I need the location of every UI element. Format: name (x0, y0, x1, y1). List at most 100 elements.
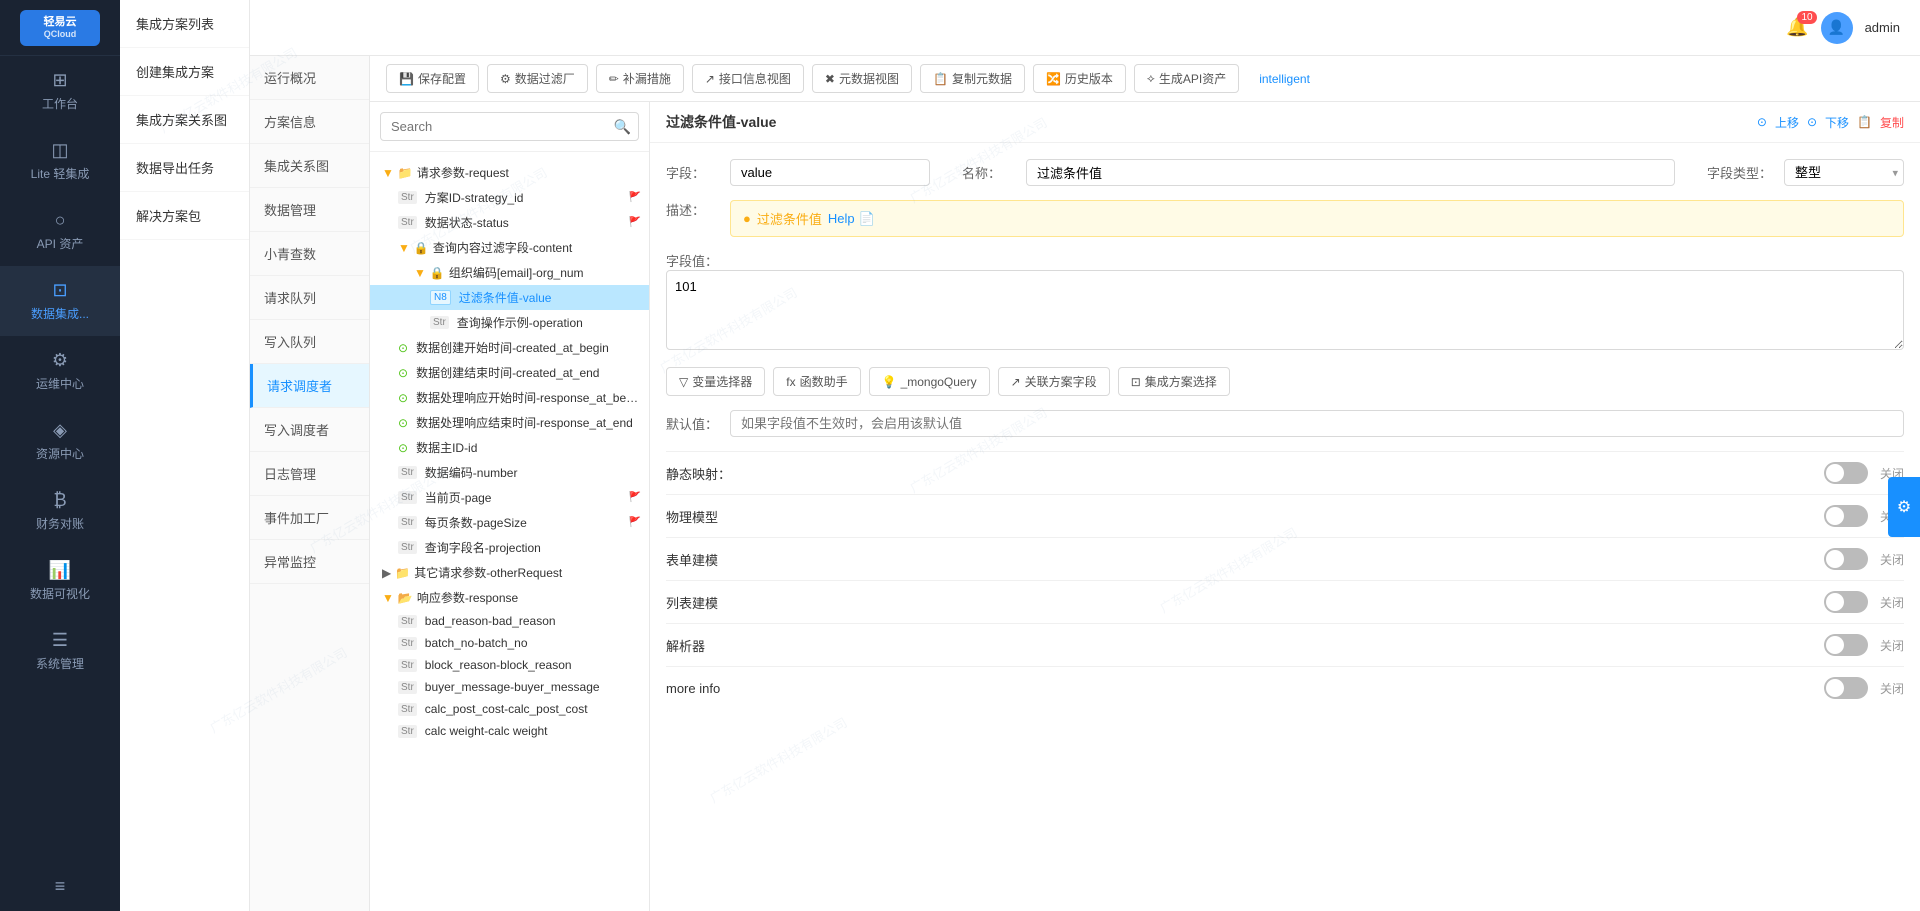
second-nav-data-export[interactable]: 数据导出任务 (120, 144, 249, 192)
sidebar-item-workbench[interactable]: ⊞ 工作台 (0, 56, 120, 126)
username-label[interactable]: admin (1865, 20, 1900, 35)
sidebar-item-ops[interactable]: ⚙ 运维中心 (0, 336, 120, 406)
topbar: 🔔 10 👤 admin (250, 0, 1920, 56)
list-build-toggle[interactable] (1824, 591, 1868, 613)
sidebar-item-sys-mgmt[interactable]: ☰ 系统管理 (0, 616, 120, 686)
third-nav-event-factory[interactable]: 事件加工厂 (250, 496, 369, 540)
tree-node-filter-value[interactable]: N8 过滤条件值-value (370, 285, 649, 310)
tab-intelligent[interactable]: intelligent (1247, 67, 1322, 91)
sidebar-item-api[interactable]: ○ API 资产 (0, 196, 120, 266)
time-icon2: ⊙ (398, 366, 408, 380)
second-nav-integration-list[interactable]: 集成方案列表 (120, 0, 249, 48)
variable-picker-btn[interactable]: ▽ 变量选择器 (666, 367, 765, 396)
second-nav-solution-pkg[interactable]: 解决方案包 (120, 192, 249, 240)
tree-node-page-size[interactable]: Str 每页条数-pageSize 🚩 (370, 510, 649, 535)
flag-icon: 🚩 (629, 217, 641, 228)
third-nav-write-reviewer[interactable]: 写入调度者 (250, 408, 369, 452)
copy-btn[interactable]: 复制 (1880, 114, 1904, 131)
bulb-icon: 💡 (882, 375, 897, 389)
third-nav-run-overview[interactable]: 运行概况 (250, 56, 369, 100)
sidebar-item-finance[interactable]: ₿ 财务对账 (0, 476, 120, 546)
tree-node-query-operation[interactable]: Str 查询操作示例-operation (370, 310, 649, 335)
sidebar-item-data-integration[interactable]: ⊡ 数据集成... (0, 266, 120, 336)
tree-node-projection[interactable]: Str 查询字段名-projection (370, 535, 649, 560)
tree-node-data-id[interactable]: ⊙ 数据主ID-id (370, 435, 649, 460)
sidebar-item-lite[interactable]: ◫ Lite 轻集成 (0, 126, 120, 196)
integration-choice-btn[interactable]: ⊡ 集成方案选择 (1118, 367, 1230, 396)
user-avatar[interactable]: 👤 (1821, 12, 1853, 44)
help-link[interactable]: Help (828, 211, 855, 226)
tree-node-data-status[interactable]: Str 数据状态-status 🚩 (370, 210, 649, 235)
notification-bell[interactable]: 🔔 10 (1786, 17, 1808, 38)
physical-model-toggle[interactable] (1824, 505, 1868, 527)
tree-node-org-num[interactable]: ▼ 🔒 组织编码[email]-org_num (370, 260, 649, 285)
third-nav-small-queries[interactable]: 小青查数 (250, 232, 369, 276)
flag-icon2: 🚩 (629, 492, 641, 503)
tab-supplement[interactable]: ✏ 补漏措施 (596, 64, 684, 93)
mongo-query-btn[interactable]: 💡 _mongoQuery (869, 367, 990, 396)
form-build-row: 表单建模 关闭 (666, 537, 1904, 580)
form-build-label: 表单建模 (666, 550, 1812, 569)
down-arrow-icon: ⊙ (1807, 115, 1817, 129)
second-nav-integration-map[interactable]: 集成方案关系图 (120, 96, 249, 144)
tree-node-response[interactable]: ▼ 📂 响应参数-response (370, 585, 649, 610)
static-map-toggle[interactable] (1824, 462, 1868, 484)
third-nav-request-queue[interactable]: 请求队列 (250, 276, 369, 320)
tree-node-current-page[interactable]: Str 当前页-page 🚩 (370, 485, 649, 510)
tree-node-req-params[interactable]: ▼ 📁 请求参数-request (370, 160, 649, 185)
tab-save-config[interactable]: 💾 保存配置 (386, 64, 479, 93)
tree-node-calc-post-cost[interactable]: Str calc_post_cost-calc_post_cost (370, 698, 649, 720)
tree-node-created-end[interactable]: ⊙ 数据创建结束时间-created_at_end (370, 360, 649, 385)
data-viz-icon: 📊 (49, 560, 71, 581)
third-nav-request-reviewer[interactable]: 请求调度者 (250, 364, 369, 408)
field-value-textarea[interactable]: 101 (666, 270, 1904, 350)
more-info-toggle[interactable] (1824, 677, 1868, 699)
sidebar-item-resources[interactable]: ◈ 资源中心 (0, 406, 120, 476)
tab-copy-metadata[interactable]: 📋 复制元数据 (920, 64, 1025, 93)
function-helper-btn[interactable]: fx 函数助手 (773, 367, 860, 396)
parser-toggle[interactable] (1824, 634, 1868, 656)
tree-node-query-content[interactable]: ▼ 🔒 查询内容过滤字段-content (370, 235, 649, 260)
move-up-btn[interactable]: 上移 (1775, 114, 1799, 131)
workbench-icon: ⊞ (52, 70, 67, 91)
api-icon: ○ (55, 210, 66, 231)
third-nav-plan-info[interactable]: 方案信息 (250, 100, 369, 144)
tree-node-response-end[interactable]: ⊙ 数据处理响应结束时间-response_at_end (370, 410, 649, 435)
tree-node-buyer-message[interactable]: Str buyer_message-buyer_message (370, 676, 649, 698)
third-nav-integration-map[interactable]: 集成关系图 (250, 144, 369, 188)
tab-history-version[interactable]: 🔀 历史版本 (1033, 64, 1126, 93)
move-down-btn[interactable]: 下移 (1825, 114, 1849, 131)
tab-gen-api[interactable]: ⟡ 生成API资产 (1134, 64, 1239, 93)
panel-header: 过滤条件值-value ⊙ 上移 ⊙ 下移 📋 复制 (650, 102, 1920, 143)
tree-node-data-number[interactable]: Str 数据编码-number (370, 460, 649, 485)
right-sidebar-settings-btn[interactable]: ⚙ (1888, 477, 1920, 537)
name-value-input[interactable] (1026, 159, 1675, 186)
tree-node-block-reason[interactable]: Str block_reason-block_reason (370, 654, 649, 676)
field-value-input[interactable] (730, 159, 930, 186)
tree-node-response-begin[interactable]: ⊙ 数据处理响应开始时间-response_at_begin (370, 385, 649, 410)
tree-node-batch-no[interactable]: Str batch_no-batch_no (370, 632, 649, 654)
tree-node-calc-weight[interactable]: Str calc weight-calc weight (370, 720, 649, 742)
search-input[interactable] (380, 112, 639, 141)
third-nav-log-mgmt[interactable]: 日志管理 (250, 452, 369, 496)
sidebar-bottom-menu[interactable]: ≡ (47, 862, 74, 911)
third-nav-write-queue[interactable]: 写入队列 (250, 320, 369, 364)
third-nav-exception-monitor[interactable]: 异常监控 (250, 540, 369, 584)
tree-node-bad-reason[interactable]: Str bad_reason-bad_reason (370, 610, 649, 632)
metadata-view-icon: ✖ (825, 72, 835, 86)
tree-node-other-request[interactable]: ▶ 📁 其它请求参数-otherRequest (370, 560, 649, 585)
time-icon5: ⊙ (398, 441, 408, 455)
parser-label: 解析器 (666, 636, 1812, 655)
second-nav-create-integration[interactable]: 创建集成方案 (120, 48, 249, 96)
related-field-btn[interactable]: ↗ 关联方案字段 (998, 367, 1110, 396)
sidebar-item-data-viz[interactable]: 📊 数据可视化 (0, 546, 120, 616)
tab-metadata-view[interactable]: ✖ 元数据视图 (812, 64, 912, 93)
type-select[interactable]: 整型 字符串 浮点型 布尔型 日期 数组 对象 (1784, 159, 1904, 186)
tab-interface-view[interactable]: ↗ 接口信息视图 (692, 64, 804, 93)
tree-node-strategy-id[interactable]: Str 方案ID-strategy_id 🚩 (370, 185, 649, 210)
third-nav-data-mgmt[interactable]: 数据管理 (250, 188, 369, 232)
tab-data-filter[interactable]: ⚙ 数据过滤厂 (487, 64, 588, 93)
form-build-toggle[interactable] (1824, 548, 1868, 570)
default-value-input[interactable] (730, 410, 1904, 437)
tree-node-created-begin[interactable]: ⊙ 数据创建开始时间-created_at_begin (370, 335, 649, 360)
